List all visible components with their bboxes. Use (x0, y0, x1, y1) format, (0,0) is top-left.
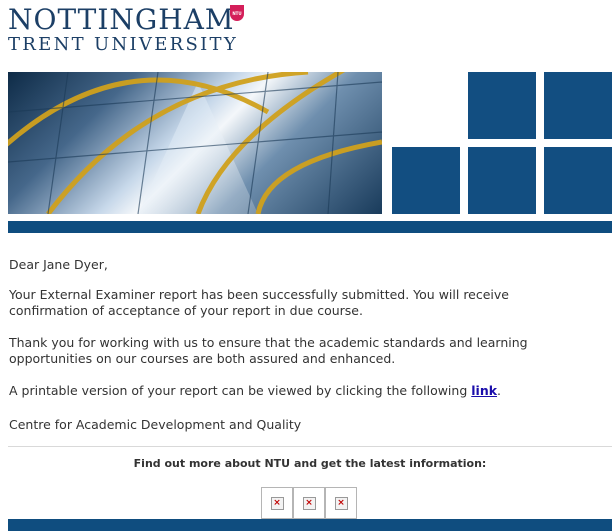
hero-tile (544, 72, 612, 139)
social-link-2[interactable]: × (293, 487, 325, 519)
report-link[interactable]: link (471, 383, 497, 398)
printable-version-text: A printable version of your report can b… (9, 383, 589, 399)
logo-nottingham: NOTTINGHAM (8, 3, 235, 36)
social-link-1[interactable]: × (261, 487, 293, 519)
printable-version-end: . (497, 383, 502, 398)
submission-confirmation: Your External Examiner report has been s… (9, 287, 509, 318)
broken-image-icon: × (302, 496, 316, 510)
broken-image-icon: × (270, 496, 284, 510)
signature: Centre for Academic Development and Qual… (9, 417, 302, 432)
find-more-heading: Find out more about NTU and get the late… (133, 457, 487, 470)
hero-architecture-image (8, 72, 383, 214)
thank-you-message: Thank you for working with us to ensure … (9, 335, 528, 366)
logo-trent-university: TRENT UNIVERSITY (8, 34, 239, 55)
greeting: Dear Jane Dyer, (9, 257, 108, 272)
social-link-3[interactable]: × (325, 487, 357, 519)
broken-image-icon: × (334, 496, 348, 510)
footer-bar (8, 519, 612, 531)
ntu-logo: NOTTINGHAM TRENT UNIVERSITY (8, 6, 238, 55)
hero-divider-bar (8, 221, 612, 233)
hero-photo (8, 72, 383, 214)
printable-version-label: A printable version of your report can b… (9, 383, 472, 398)
logo-badge-text: NTU (232, 10, 242, 16)
hero-tile (392, 147, 460, 214)
hero-tile (468, 147, 536, 214)
hero-tile (544, 147, 612, 214)
hero-tile (468, 72, 536, 139)
divider (8, 446, 612, 447)
hero-banner (8, 72, 612, 214)
logo-badge-icon: NTU (230, 5, 244, 21)
